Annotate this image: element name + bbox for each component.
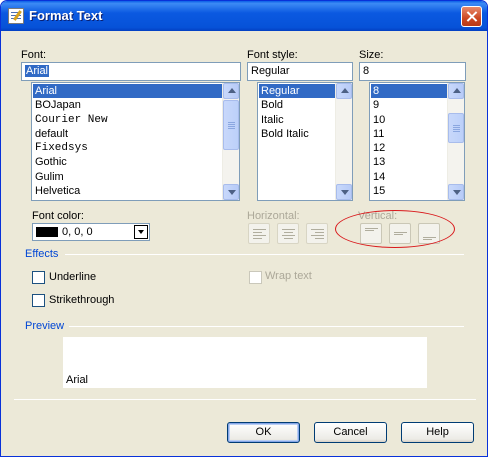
effects-divider <box>65 254 464 255</box>
font-style-list-item[interactable]: Regular <box>259 84 335 99</box>
font-style-list-scrollbar[interactable] <box>335 83 352 200</box>
size-list-item[interactable]: 9 <box>371 98 447 112</box>
wrap-text-label: Wrap text <box>265 270 312 282</box>
window-title: Format Text <box>29 8 103 23</box>
scroll-down-button[interactable] <box>448 184 464 200</box>
arrow-down-icon <box>341 190 349 195</box>
font-input-value: Arial <box>25 65 50 77</box>
font-style-label: Font style: <box>247 49 298 61</box>
font-style-list[interactable]: Regular Bold Italic Bold Italic <box>257 82 353 201</box>
font-color-picker[interactable]: 0, 0, 0 <box>32 223 150 241</box>
size-list-item[interactable]: 11 <box>371 127 447 141</box>
scroll-up-button[interactable] <box>448 83 464 99</box>
align-left-button[interactable] <box>248 223 270 244</box>
size-list-item[interactable]: 10 <box>371 113 447 127</box>
underline-label[interactable]: Underline <box>49 271 96 283</box>
font-style-list-item[interactable]: Bold <box>259 98 335 112</box>
strikethrough-checkbox[interactable] <box>32 294 45 307</box>
close-button[interactable] <box>461 6 482 27</box>
preview-sample-text: Arial <box>66 374 89 386</box>
font-input[interactable]: Arial <box>21 62 241 81</box>
button-separator <box>14 399 476 400</box>
horizontal-label: Horizontal: <box>247 210 300 222</box>
font-list[interactable]: Arial BOJapan Courier New default Fixeds… <box>31 82 240 201</box>
effects-title: Effects <box>25 248 59 260</box>
preview-divider <box>69 326 464 327</box>
size-input-value: 8 <box>363 65 370 77</box>
preview-box: Arial <box>63 337 427 388</box>
underline-checkbox[interactable] <box>32 271 45 284</box>
format-text-dialog: Format Text Font: Arial Arial BOJapan Co… <box>0 0 488 457</box>
arrow-up-icon <box>341 88 349 93</box>
size-list-item[interactable]: 15 <box>371 184 447 198</box>
arrow-down-icon <box>453 190 461 195</box>
size-list-item[interactable]: 14 <box>371 170 447 184</box>
scroll-down-button[interactable] <box>223 184 239 200</box>
size-list-item[interactable]: 12 <box>371 141 447 155</box>
font-color-label: Font color: <box>32 210 84 222</box>
wrap-text-checkbox[interactable] <box>249 271 262 284</box>
format-text-icon <box>8 8 24 24</box>
font-list-item[interactable]: BOJapan <box>33 98 222 112</box>
size-list-item[interactable]: 8 <box>371 84 447 99</box>
font-color-value: 0, 0, 0 <box>62 226 93 238</box>
strikethrough-label[interactable]: Strikethrough <box>49 294 114 306</box>
vertical-label: Vertical: <box>358 210 398 222</box>
font-style-list-item[interactable]: Italic <box>259 113 335 127</box>
align-top-button[interactable] <box>360 223 382 244</box>
arrow-up-icon <box>228 88 236 93</box>
size-list[interactable]: 8 9 10 11 12 13 14 15 <box>369 82 465 201</box>
dropdown-arrow-icon[interactable] <box>134 225 148 239</box>
font-list-item[interactable]: Gulim <box>33 170 222 184</box>
size-list-item[interactable]: 13 <box>371 155 447 169</box>
align-middle-button[interactable] <box>389 223 411 244</box>
title-bar[interactable]: Format Text <box>1 1 487 31</box>
color-swatch <box>36 227 58 237</box>
font-list-scrollbar[interactable] <box>222 83 239 200</box>
align-right-button[interactable] <box>306 223 328 244</box>
font-list-item[interactable]: Gothic <box>33 155 222 169</box>
scroll-down-button[interactable] <box>336 184 352 200</box>
font-list-item[interactable]: Fixedsys <box>33 141 222 155</box>
font-list-item[interactable]: Helvetica <box>33 184 222 198</box>
font-style-input[interactable]: Regular <box>247 62 353 81</box>
font-list-item[interactable]: default <box>33 127 222 141</box>
font-style-list-item[interactable]: Bold Italic <box>259 127 335 141</box>
size-label: Size: <box>359 49 384 61</box>
align-center-button[interactable] <box>277 223 299 244</box>
cancel-button[interactable]: Cancel <box>314 422 387 443</box>
font-label: Font: <box>21 49 47 61</box>
font-list-item[interactable]: Arial <box>33 84 222 99</box>
scroll-up-button[interactable] <box>223 83 239 99</box>
size-input[interactable]: 8 <box>359 62 466 81</box>
font-style-input-value: Regular <box>251 65 290 77</box>
scroll-up-button[interactable] <box>336 83 352 99</box>
align-bottom-button[interactable] <box>418 223 440 244</box>
preview-title: Preview <box>25 320 65 332</box>
size-list-scrollbar[interactable] <box>447 83 464 200</box>
ok-button[interactable]: OK <box>227 422 300 443</box>
scroll-thumb[interactable] <box>448 113 464 143</box>
arrow-up-icon <box>453 88 461 93</box>
arrow-down-icon <box>228 190 236 195</box>
help-button[interactable]: Help <box>401 422 474 443</box>
scroll-thumb[interactable] <box>223 100 239 150</box>
font-list-item[interactable]: Courier New <box>33 113 222 127</box>
